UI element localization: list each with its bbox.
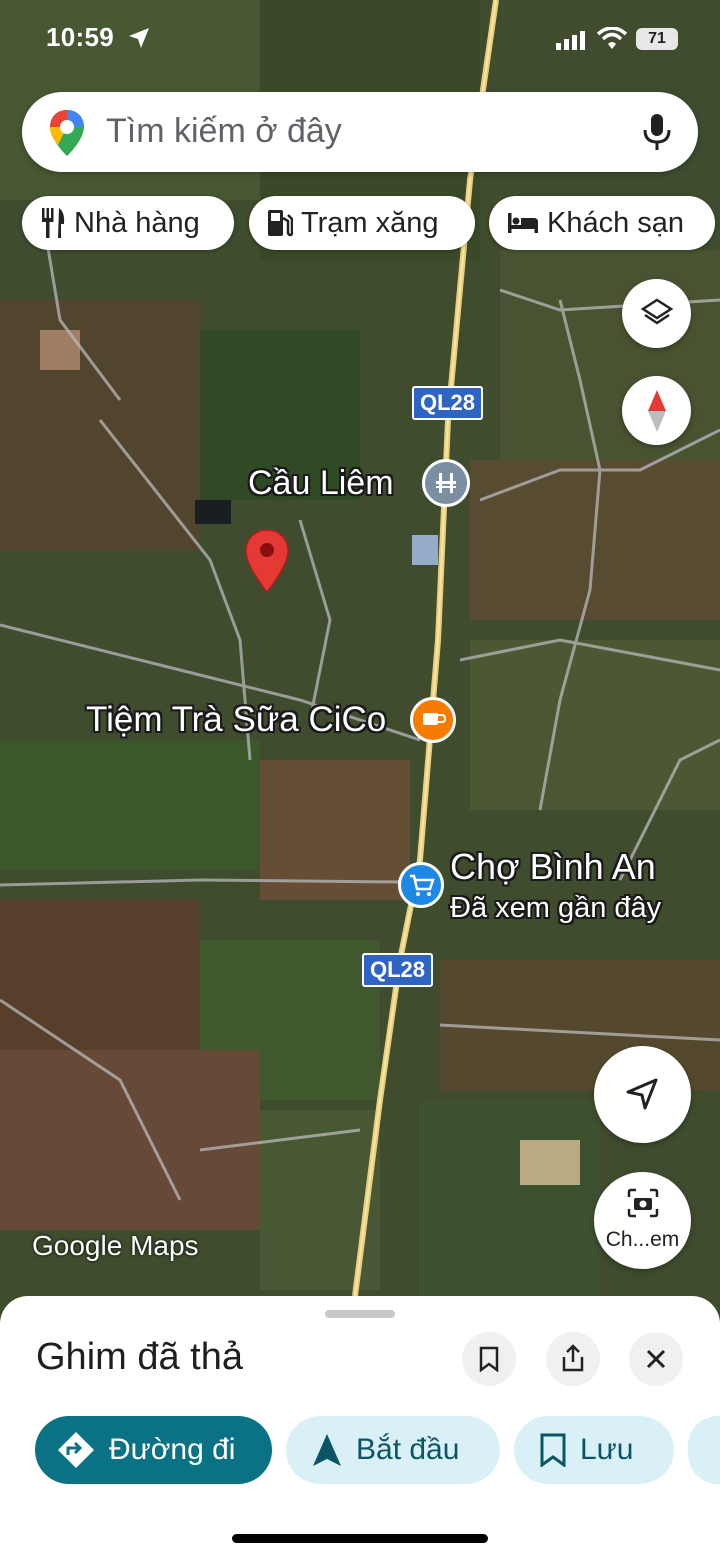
fork-knife-icon: [42, 208, 65, 238]
chip-gas-stations[interactable]: Trạm xăng: [249, 196, 475, 250]
google-maps-pin-icon: [50, 110, 84, 156]
bookmark-icon: [479, 1346, 499, 1372]
gas-station-icon: [268, 210, 293, 237]
chip-hotels[interactable]: Khách sạn: [489, 196, 715, 250]
bridge-marker[interactable]: [422, 459, 470, 507]
compass-icon: [648, 390, 666, 432]
bridge-icon: [436, 473, 456, 493]
shopping-cart-icon: [410, 874, 435, 896]
navigation-arrow-icon: [313, 1434, 341, 1466]
bottom-sheet: Ghim đã thả Đường đi Bắt đầu Lưu: [0, 1296, 720, 1557]
coffee-cup-icon: [423, 713, 446, 725]
sheet-title: Ghim đã thả: [36, 1336, 243, 1378]
bed-icon: [508, 213, 538, 233]
start-button[interactable]: Bắt đầu: [286, 1416, 500, 1484]
chip-restaurants[interactable]: Nhà hàng: [22, 196, 234, 250]
status-bar: 10:59 71: [0, 0, 720, 80]
layers-button[interactable]: [622, 279, 691, 348]
microphone-icon[interactable]: [642, 112, 672, 152]
chip-label: Nhà hàng: [74, 206, 200, 239]
battery-level: 71: [648, 30, 666, 47]
market-marker[interactable]: [398, 862, 444, 908]
search-bar[interactable]: Tìm kiếm ở đây: [22, 92, 698, 172]
more-actions-button[interactable]: [688, 1416, 720, 1484]
search-input[interactable]: Tìm kiếm ở đây: [106, 112, 342, 151]
save-icon-button[interactable]: [462, 1332, 516, 1386]
road-shield: QL28: [362, 953, 434, 987]
place-label-cho-binh-an[interactable]: Chợ Bình An: [450, 846, 656, 888]
chip-label: Khách sạn: [547, 206, 685, 239]
street-view-label: Ch...em: [605, 1228, 680, 1251]
home-indicator[interactable]: [232, 1534, 488, 1543]
start-label: Bắt đầu: [356, 1433, 460, 1466]
share-icon: [562, 1344, 584, 1372]
chip-label: Trạm xăng: [301, 206, 439, 239]
signal-icon: [556, 31, 585, 50]
close-button[interactable]: [629, 1332, 683, 1386]
place-label-tiem-tra-sua[interactable]: Tiệm Trà Sữa CiCo: [86, 700, 386, 740]
battery-indicator: 71: [636, 28, 678, 50]
bookmark-icon: [540, 1433, 566, 1467]
place-label-recently-viewed: Đã xem gần đây: [450, 892, 662, 924]
share-icon-button[interactable]: [546, 1332, 600, 1386]
save-label: Lưu: [580, 1433, 634, 1466]
directions-icon: [58, 1432, 94, 1468]
street-view-button[interactable]: Ch...em: [594, 1172, 691, 1269]
place-label-cau-liem[interactable]: Cầu Liêm: [248, 464, 394, 503]
status-time: 10:59: [46, 22, 114, 52]
wifi-icon: [597, 27, 627, 49]
location-arrow-icon: [129, 28, 149, 48]
layers-icon: [640, 298, 674, 325]
sheet-drag-handle[interactable]: [325, 1310, 395, 1318]
camera-icon: [627, 1188, 659, 1218]
compass-button[interactable]: [622, 376, 691, 445]
close-icon: [646, 1349, 666, 1369]
google-maps-attribution: Google Maps: [32, 1230, 199, 1261]
road-shield: QL28: [412, 386, 484, 420]
directions-button[interactable]: Đường đi: [35, 1416, 272, 1484]
my-location-button[interactable]: [594, 1046, 691, 1143]
cafe-marker[interactable]: [410, 697, 456, 743]
directions-label: Đường đi: [109, 1433, 236, 1466]
navigation-arrow-icon: [626, 1078, 658, 1110]
save-button[interactable]: Lưu: [514, 1416, 674, 1484]
dropped-pin-icon[interactable]: [244, 528, 290, 594]
